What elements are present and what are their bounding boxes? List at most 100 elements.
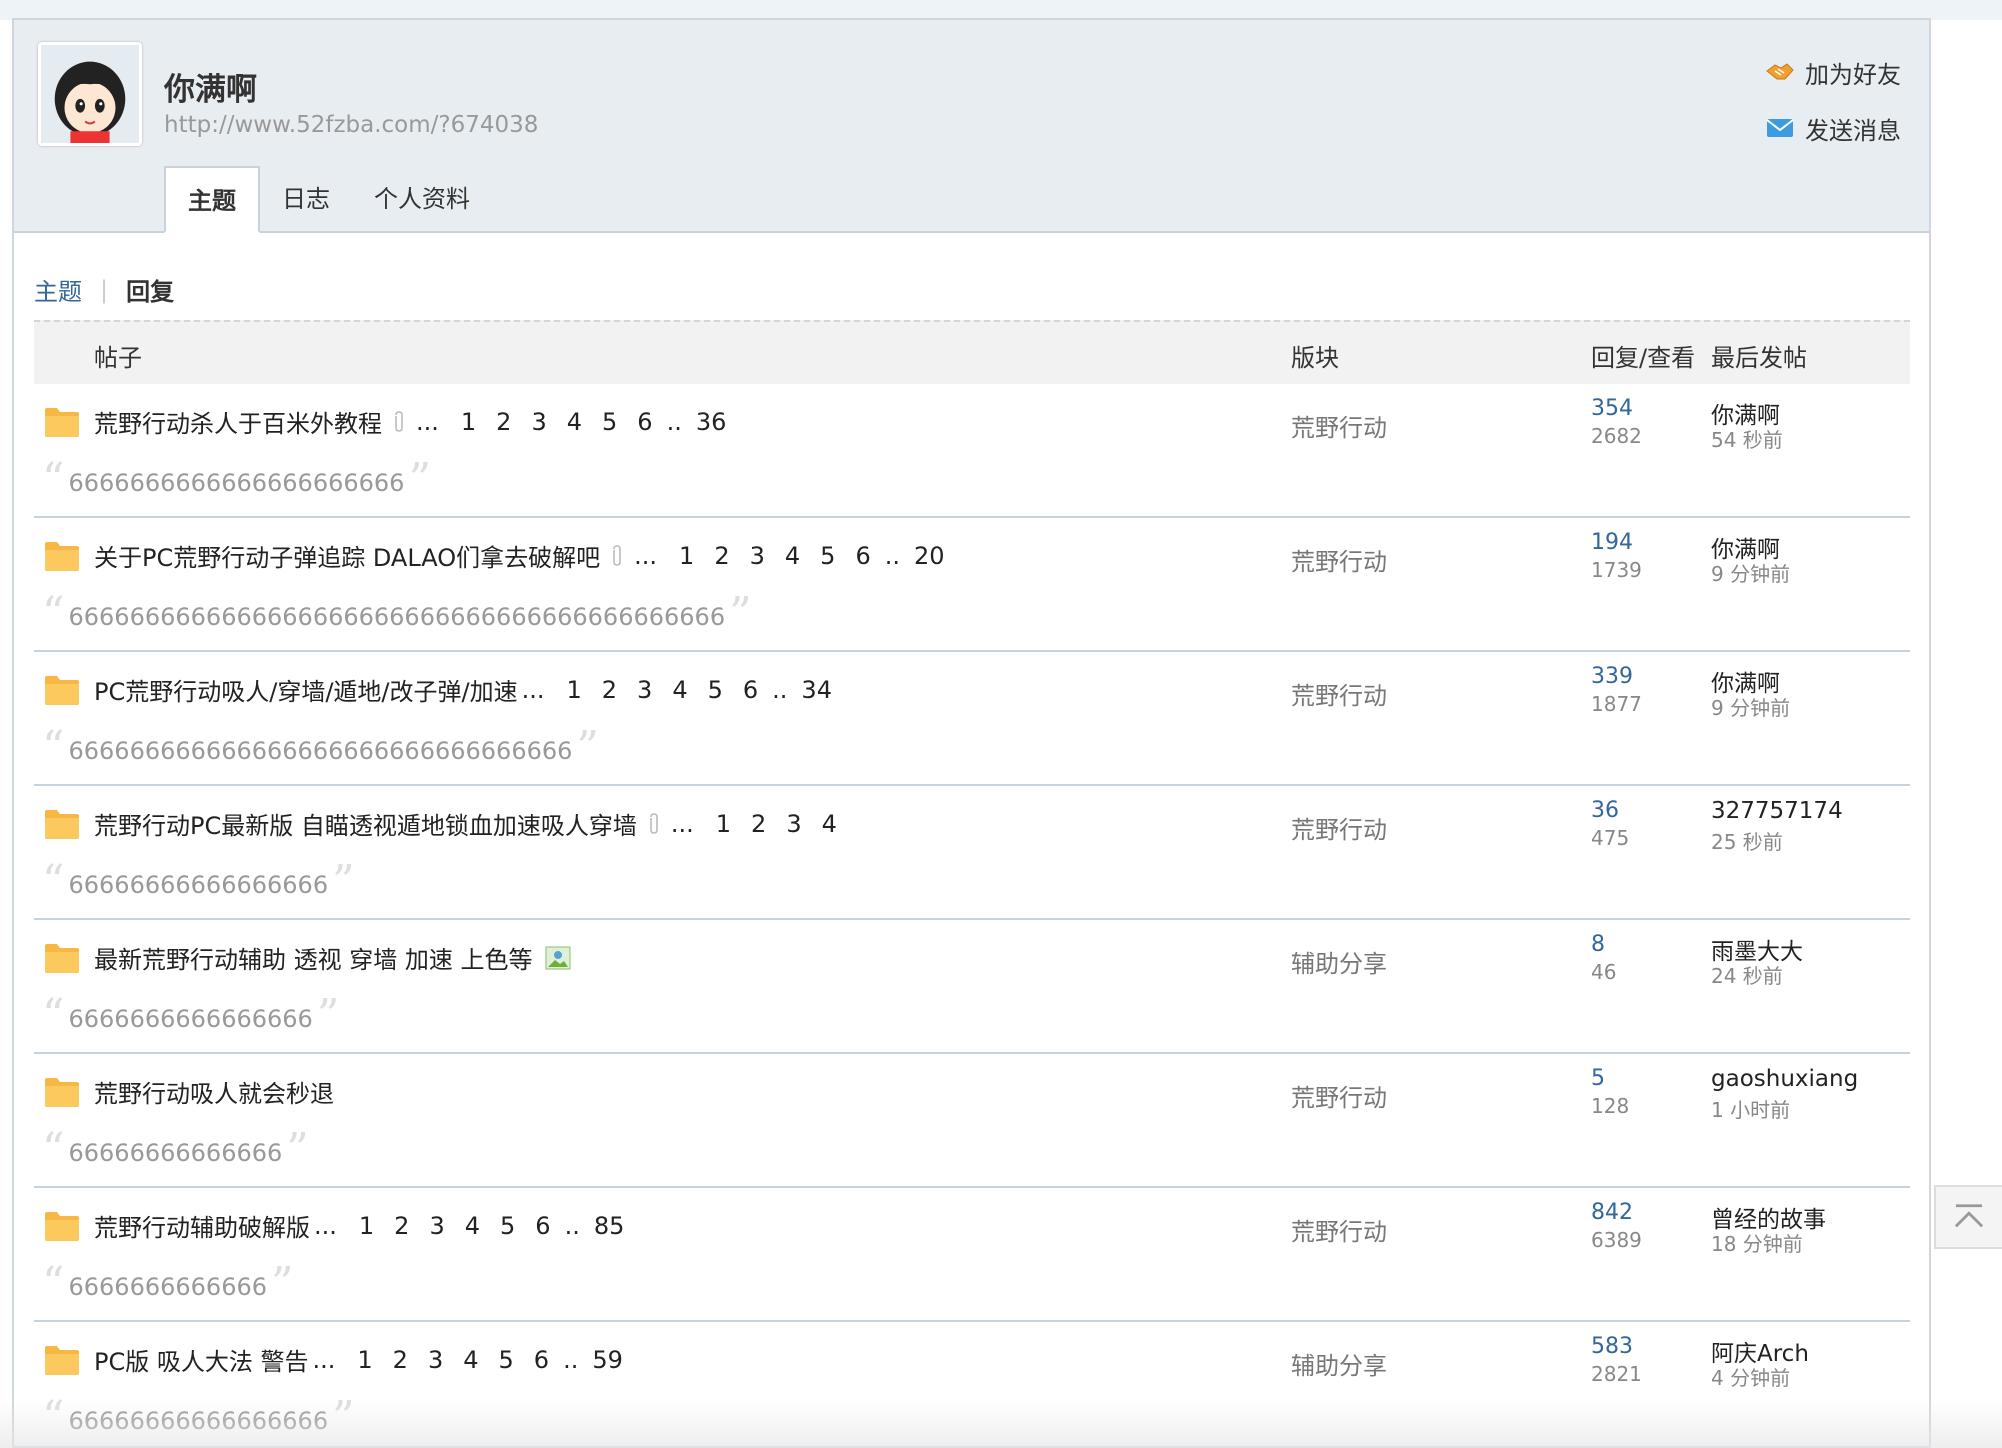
forum-link[interactable]: 荒野行动 xyxy=(1291,1212,1387,1247)
page-link[interactable]: 3 xyxy=(637,676,652,704)
user-url[interactable]: http://www.52fzba.com/?674038 xyxy=(164,112,538,138)
quote-open-icon: “ xyxy=(42,1258,65,1309)
page-link[interactable]: 2 xyxy=(496,408,511,436)
send-message-button[interactable]: 发送消息 xyxy=(1765,110,1901,146)
page-link[interactable]: 3 xyxy=(531,408,546,436)
topic-title-link[interactable]: 关于PC荒野行动子弹追踪 DALAO们拿去破解吧 xyxy=(94,538,600,573)
topic-title-link[interactable]: 荒野行动PC最新版 自瞄透视遁地锁血加速吸人穿墙 xyxy=(94,806,637,841)
pages-ellipsis: ... xyxy=(670,809,694,838)
page-link[interactable]: 4 xyxy=(785,542,800,570)
last-page-link[interactable]: 34 xyxy=(801,676,832,704)
tab-blog[interactable]: 日志 xyxy=(260,166,352,233)
page-link[interactable]: 3 xyxy=(786,810,801,838)
page-link[interactable]: 4 xyxy=(672,676,687,704)
topic-title-line: 荒野行动杀人于百米外教程... 1 2 3 4 5 6.. 36 xyxy=(94,404,736,439)
view-count: 6389 xyxy=(1591,1228,1642,1252)
page-link[interactable]: 4 xyxy=(567,408,582,436)
pages-ellipsis: ... xyxy=(416,407,439,436)
avatar[interactable] xyxy=(38,42,142,146)
folder-icon xyxy=(45,810,79,839)
profile-actions: 加为好友 发送消息 xyxy=(1765,54,1901,166)
pages-gap: .. xyxy=(772,675,788,704)
page-link[interactable]: 6 xyxy=(855,542,870,570)
page-link[interactable]: 2 xyxy=(393,1346,408,1374)
page-link[interactable]: 4 xyxy=(822,810,837,838)
quote-close-icon: ” xyxy=(576,722,599,773)
last-post-time: 9 分钟前 xyxy=(1711,696,1791,720)
forum-link[interactable]: 辅助分享 xyxy=(1291,1346,1387,1381)
page-link[interactable]: 5 xyxy=(708,676,723,704)
topic-title-line: 最新荒野行动辅助 透视 穿墙 加速 上色等 xyxy=(94,940,571,975)
page-link[interactable]: 2 xyxy=(394,1212,409,1240)
forum-link[interactable]: 荒野行动 xyxy=(1291,408,1387,443)
page-link[interactable]: 1 xyxy=(359,1212,374,1240)
table-row: 荒野行动辅助破解版... 1 2 3 4 5 6.. 85 荒野行动 842 6389 曾经的故事 18… xyxy=(34,1188,1910,1322)
reply-count[interactable]: 842 xyxy=(1591,1200,1633,1225)
paperclip-icon xyxy=(650,812,658,834)
page-link[interactable]: 5 xyxy=(602,408,617,436)
topic-title-link[interactable]: 荒野行动辅助破解版 xyxy=(94,1208,310,1243)
topic-title-link[interactable]: 荒野行动吸人就会秒退 xyxy=(94,1074,334,1109)
page-link[interactable]: 2 xyxy=(751,810,766,838)
page-link[interactable]: 6 xyxy=(534,1346,549,1374)
forum-link[interactable]: 辅助分享 xyxy=(1291,944,1387,979)
quote-close-icon: ” xyxy=(316,990,340,1041)
reply-count[interactable]: 5 xyxy=(1591,1066,1605,1091)
top-strip xyxy=(0,0,2002,20)
add-friend-button[interactable]: 加为好友 xyxy=(1765,54,1901,90)
topic-title-link[interactable]: PC荒野行动吸人/穿墙/遁地/改子弹/加速 xyxy=(94,672,518,707)
subtab-topics[interactable]: 主题 xyxy=(34,272,82,307)
reply-count[interactable]: 8 xyxy=(1591,932,1605,957)
page-link[interactable]: 3 xyxy=(429,1212,444,1240)
last-page-link[interactable]: 20 xyxy=(914,542,945,570)
page-link[interactable]: 6 xyxy=(637,408,652,436)
page-link[interactable]: 6 xyxy=(535,1212,550,1240)
page-link[interactable]: 2 xyxy=(714,542,729,570)
subtab-replies[interactable]: 回复 xyxy=(126,272,174,307)
tab-topics[interactable]: 主题 xyxy=(164,166,260,233)
page-link[interactable]: 1 xyxy=(357,1346,372,1374)
page-link[interactable]: 2 xyxy=(602,676,617,704)
topic-title-link[interactable]: 荒野行动杀人于百米外教程 xyxy=(94,404,382,439)
page-link[interactable]: 5 xyxy=(820,542,835,570)
page-link[interactable]: 3 xyxy=(750,542,765,570)
table-row: 荒野行动PC最新版 自瞄透视遁地锁血加速吸人穿墙... 1 2 3 4 荒野行动 36 475… xyxy=(34,786,1910,920)
reply-count[interactable]: 194 xyxy=(1591,530,1633,555)
tab-profile[interactable]: 个人资料 xyxy=(352,166,492,233)
post-quote: “6666666666666666” xyxy=(42,990,340,1041)
reply-count[interactable]: 583 xyxy=(1591,1334,1633,1359)
forum-link[interactable]: 荒野行动 xyxy=(1291,1078,1387,1113)
pages-ellipsis: ... xyxy=(312,1345,336,1374)
page-link[interactable]: 5 xyxy=(499,1346,514,1374)
reply-count[interactable]: 36 xyxy=(1591,798,1619,823)
table-body: 荒野行动杀人于百米外教程... 1 2 3 4 5 6.. 36 荒野行动 354 2682 你满啊 5… xyxy=(34,384,1910,1448)
reply-count[interactable]: 339 xyxy=(1591,664,1633,689)
last-page-link[interactable]: 85 xyxy=(594,1212,625,1240)
last-post-user[interactable]: gaoshuxiang xyxy=(1711,1066,1858,1092)
last-page-link[interactable]: 36 xyxy=(696,408,727,436)
page-link[interactable]: 5 xyxy=(500,1212,515,1240)
page-link[interactable]: 1 xyxy=(679,542,694,570)
last-post-user[interactable]: 327757174 xyxy=(1711,798,1843,824)
forum-link[interactable]: 荒野行动 xyxy=(1291,542,1387,577)
page-link[interactable]: 1 xyxy=(716,810,731,838)
topic-title-link[interactable]: PC版 吸人大法 警告 xyxy=(94,1342,309,1377)
folder-icon xyxy=(45,676,79,705)
forum-link[interactable]: 荒野行动 xyxy=(1291,676,1387,711)
quote-open-icon: “ xyxy=(42,588,65,639)
page-link[interactable]: 6 xyxy=(743,676,758,704)
page-link[interactable]: 4 xyxy=(463,1346,478,1374)
topic-title-link[interactable]: 最新荒野行动辅助 透视 穿墙 加速 上色等 xyxy=(94,940,533,975)
folder-icon xyxy=(45,1212,79,1241)
page-link[interactable]: 3 xyxy=(428,1346,443,1374)
reply-count[interactable]: 354 xyxy=(1591,396,1633,421)
last-page-link[interactable]: 59 xyxy=(592,1346,623,1374)
page-link[interactable]: 1 xyxy=(461,408,476,436)
header-reply-view: 回复/查看 xyxy=(1591,344,1696,372)
back-to-top-button[interactable] xyxy=(1934,1185,2002,1249)
page-link[interactable]: 4 xyxy=(465,1212,480,1240)
last-post-time: 18 分钟前 xyxy=(1711,1232,1803,1256)
forum-link[interactable]: 荒野行动 xyxy=(1291,810,1387,845)
quote-close-icon: ” xyxy=(286,1124,309,1175)
page-link[interactable]: 1 xyxy=(566,676,581,704)
